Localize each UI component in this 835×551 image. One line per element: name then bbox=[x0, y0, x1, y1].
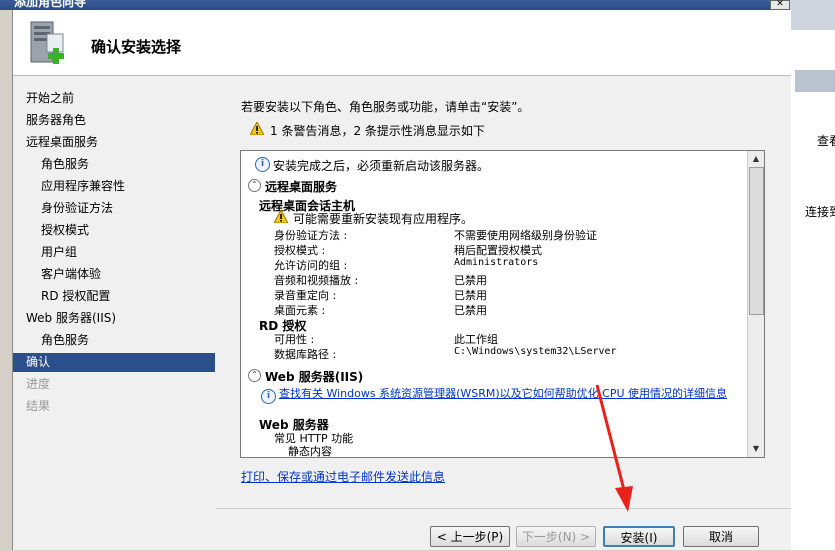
nav-item-web-server[interactable]: Web 服务器(IIS) bbox=[26, 308, 116, 328]
page-title: 确认安装选择 bbox=[91, 38, 182, 56]
background-window: 查看 连接到 bbox=[790, 0, 835, 550]
collapse-icon[interactable]: ⌃ bbox=[248, 179, 261, 192]
close-button[interactable]: ✕ bbox=[770, 0, 790, 10]
background-text-view: 查看 bbox=[817, 134, 835, 148]
reinstall-warning-text: 可能需要重新安装现有应用程序。 bbox=[293, 212, 474, 226]
prop-value: C:\Windows\system32\LServer bbox=[454, 346, 617, 357]
warning-icon bbox=[250, 122, 264, 135]
prop-label: 身份验证方法 : bbox=[274, 229, 348, 242]
nav-item-remote-desktop-services[interactable]: 远程桌面服务 bbox=[26, 132, 98, 152]
list-scrollbar[interactable]: ▲ ▼ bbox=[747, 151, 764, 457]
intro-text: 若要安装以下角色、角色服务或功能，请单击“安装”。 bbox=[241, 100, 530, 114]
confirmation-details-list[interactable]: i 安装完成之后，必须重新启动该服务器。 ⌃ 远程桌面服务 远程桌面会话主机 可… bbox=[240, 150, 765, 458]
scroll-up-icon[interactable]: ▲ bbox=[748, 151, 764, 167]
wsrm-info-link[interactable]: 查找有关 Windows 系统资源管理器(WSRM)以及它如何帮助优化 CPU … bbox=[279, 387, 741, 401]
scroll-down-icon[interactable]: ▼ bbox=[748, 441, 764, 457]
scroll-thumb[interactable] bbox=[749, 167, 764, 315]
static-content-label: 静态内容 bbox=[288, 445, 332, 458]
prop-label: 授权模式 : bbox=[274, 244, 326, 257]
prop-label: 桌面元素 : bbox=[274, 304, 326, 317]
wizard-footer: < 上一步(P) 下一步(N) > 安装(I) 取消 bbox=[216, 508, 791, 551]
prop-value: Administrators bbox=[454, 257, 539, 268]
section-remote-desktop-services: 远程桌面服务 bbox=[265, 180, 338, 194]
warning-icon bbox=[274, 210, 288, 223]
add-roles-wizard: 确认安装选择 开始之前 服务器角色 远程桌面服务 角色服务 应用程序兼容性 身份… bbox=[12, 10, 791, 550]
install-button[interactable]: 安装(I) bbox=[603, 526, 675, 547]
prop-value: 已禁用 bbox=[454, 304, 487, 317]
window-titlebar: 添加角色向导 bbox=[0, 0, 790, 10]
prop-label: 音频和视频播放 : bbox=[274, 274, 359, 287]
prop-value: 此工作组 bbox=[454, 333, 498, 346]
wizard-nav: 开始之前 服务器角色 远程桌面服务 角色服务 应用程序兼容性 身份验证方法 授权… bbox=[13, 76, 215, 550]
nav-item-server-roles[interactable]: 服务器角色 bbox=[26, 110, 86, 130]
nav-item-licensing-mode[interactable]: 授权模式 bbox=[41, 220, 89, 240]
next-button: 下一步(N) > bbox=[516, 526, 596, 547]
wizard-header: 确认安装选择 bbox=[13, 10, 791, 76]
nav-item-confirmation[interactable]: 确认 bbox=[26, 352, 50, 372]
prop-label: 允许访问的组 : bbox=[274, 259, 348, 272]
nav-item-client-experience[interactable]: 客户端体验 bbox=[41, 264, 101, 284]
nav-item-rd-licensing-config[interactable]: RD 授权配置 bbox=[41, 286, 110, 306]
prop-label: 录音重定向 : bbox=[274, 289, 337, 302]
print-save-email-link[interactable]: 打印、保存或通过电子邮件发送此信息 bbox=[241, 468, 445, 485]
nav-item-results: 结果 bbox=[26, 399, 51, 413]
background-band bbox=[795, 70, 835, 92]
nav-item-web-role-services[interactable]: 角色服务 bbox=[41, 330, 89, 350]
warning-summary-text: 1 条警告消息，2 条提示性消息显示如下 bbox=[270, 124, 485, 138]
prop-label: 数据库路径 : bbox=[274, 348, 337, 361]
nav-item-user-groups[interactable]: 用户组 bbox=[41, 242, 77, 262]
prop-label: 可用性 : bbox=[274, 333, 315, 346]
restart-info-text: 安装完成之后，必须重新启动该服务器。 bbox=[273, 159, 490, 173]
prop-value: 稍后配置授权模式 bbox=[454, 244, 542, 257]
server-add-icon bbox=[30, 21, 64, 64]
nav-item-progress: 进度 bbox=[26, 377, 51, 391]
info-icon: i bbox=[255, 157, 270, 172]
nav-item-role-services[interactable]: 角色服务 bbox=[41, 154, 89, 174]
prop-value: 已禁用 bbox=[454, 274, 487, 287]
nav-item-auth-method[interactable]: 身份验证方法 bbox=[41, 198, 113, 218]
section-web-server: Web 服务器(IIS) bbox=[265, 370, 364, 384]
collapse-icon[interactable]: ⌃ bbox=[248, 369, 261, 382]
previous-button[interactable]: < 上一步(P) bbox=[430, 526, 510, 547]
wizard-content: 若要安装以下角色、角色服务或功能，请单击“安装”。 1 条警告消息，2 条提示性… bbox=[216, 76, 791, 550]
background-toolbar bbox=[790, 0, 835, 30]
background-text-connect: 连接到 bbox=[805, 205, 835, 219]
info-icon: i bbox=[261, 389, 276, 404]
window-title: 添加角色向导 bbox=[14, 0, 87, 9]
prop-value: 不需要使用网络级别身份验证 bbox=[454, 229, 597, 242]
nav-item-app-compatibility[interactable]: 应用程序兼容性 bbox=[41, 176, 125, 196]
nav-item-before-you-begin[interactable]: 开始之前 bbox=[26, 88, 74, 108]
cancel-button[interactable]: 取消 bbox=[683, 526, 759, 547]
prop-value: 已禁用 bbox=[454, 289, 487, 302]
